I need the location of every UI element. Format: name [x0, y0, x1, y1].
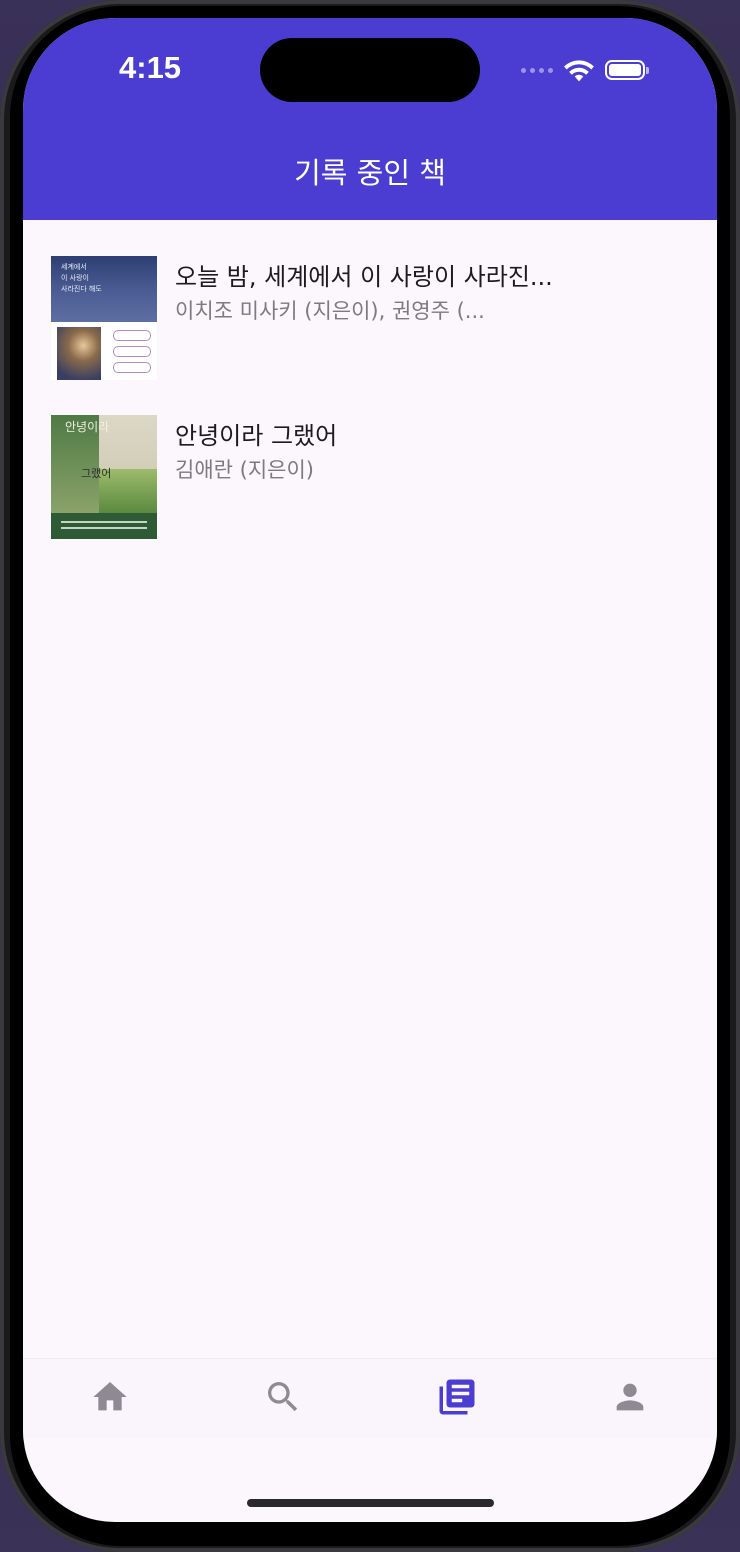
- person-icon: [616, 1383, 644, 1411]
- nav-home[interactable]: [86, 1373, 134, 1421]
- home-icon: [93, 1382, 127, 1411]
- wifi-icon: [564, 60, 594, 82]
- bottom-navigation: [23, 1358, 717, 1439]
- home-indicator[interactable]: [247, 1499, 494, 1507]
- status-time: 4:15: [119, 50, 182, 85]
- book-title: 오늘 밤, 세계에서 이 사랑이 사라진...: [175, 263, 553, 291]
- nav-profile[interactable]: [606, 1373, 654, 1421]
- nav-search[interactable]: [259, 1373, 307, 1421]
- library-books-icon: [439, 1379, 475, 1415]
- cellular-signal-icon: [521, 67, 553, 73]
- book-cover: 세계에서 이 사랑이 사라진다 해도: [51, 256, 157, 380]
- list-item[interactable]: 안녕이라 그랬어 안녕이라 그랬어 김애란 (지은이): [51, 415, 691, 540]
- dynamic-island: [260, 38, 480, 102]
- reading-book-list: 세계에서 이 사랑이 사라진다 해도 오늘 밤, 세계에서 이 사랑이 사라진.…: [51, 256, 691, 574]
- book-cover: 안녕이라 그랬어: [51, 415, 157, 539]
- app-screen: 4:15 기록 중인 책 세계에서 이 사랑이 사라진다 해도 오늘 밤, 세계…: [23, 18, 717, 1522]
- nav-library[interactable]: [433, 1373, 481, 1421]
- status-icons: [521, 58, 649, 82]
- battery-icon: [605, 60, 649, 80]
- page-title: 기록 중인 책: [294, 156, 446, 190]
- cover-title-text: 세계에서 이 사랑이 사라진다 해도: [61, 263, 102, 293]
- app-bar: 4:15 기록 중인 책: [23, 18, 717, 220]
- search-icon: [268, 1382, 298, 1412]
- cover-subtitle-text: 그랬어: [81, 467, 112, 480]
- book-title: 안녕이라 그랬어: [175, 422, 338, 450]
- book-author: 이치조 미사키 (지은이), 권영주 (...: [175, 299, 485, 323]
- list-item[interactable]: 세계에서 이 사랑이 사라진다 해도 오늘 밤, 세계에서 이 사랑이 사라진.…: [51, 256, 691, 381]
- cover-title-text: 안녕이라: [65, 420, 110, 434]
- book-author: 김애란 (지은이): [175, 458, 314, 482]
